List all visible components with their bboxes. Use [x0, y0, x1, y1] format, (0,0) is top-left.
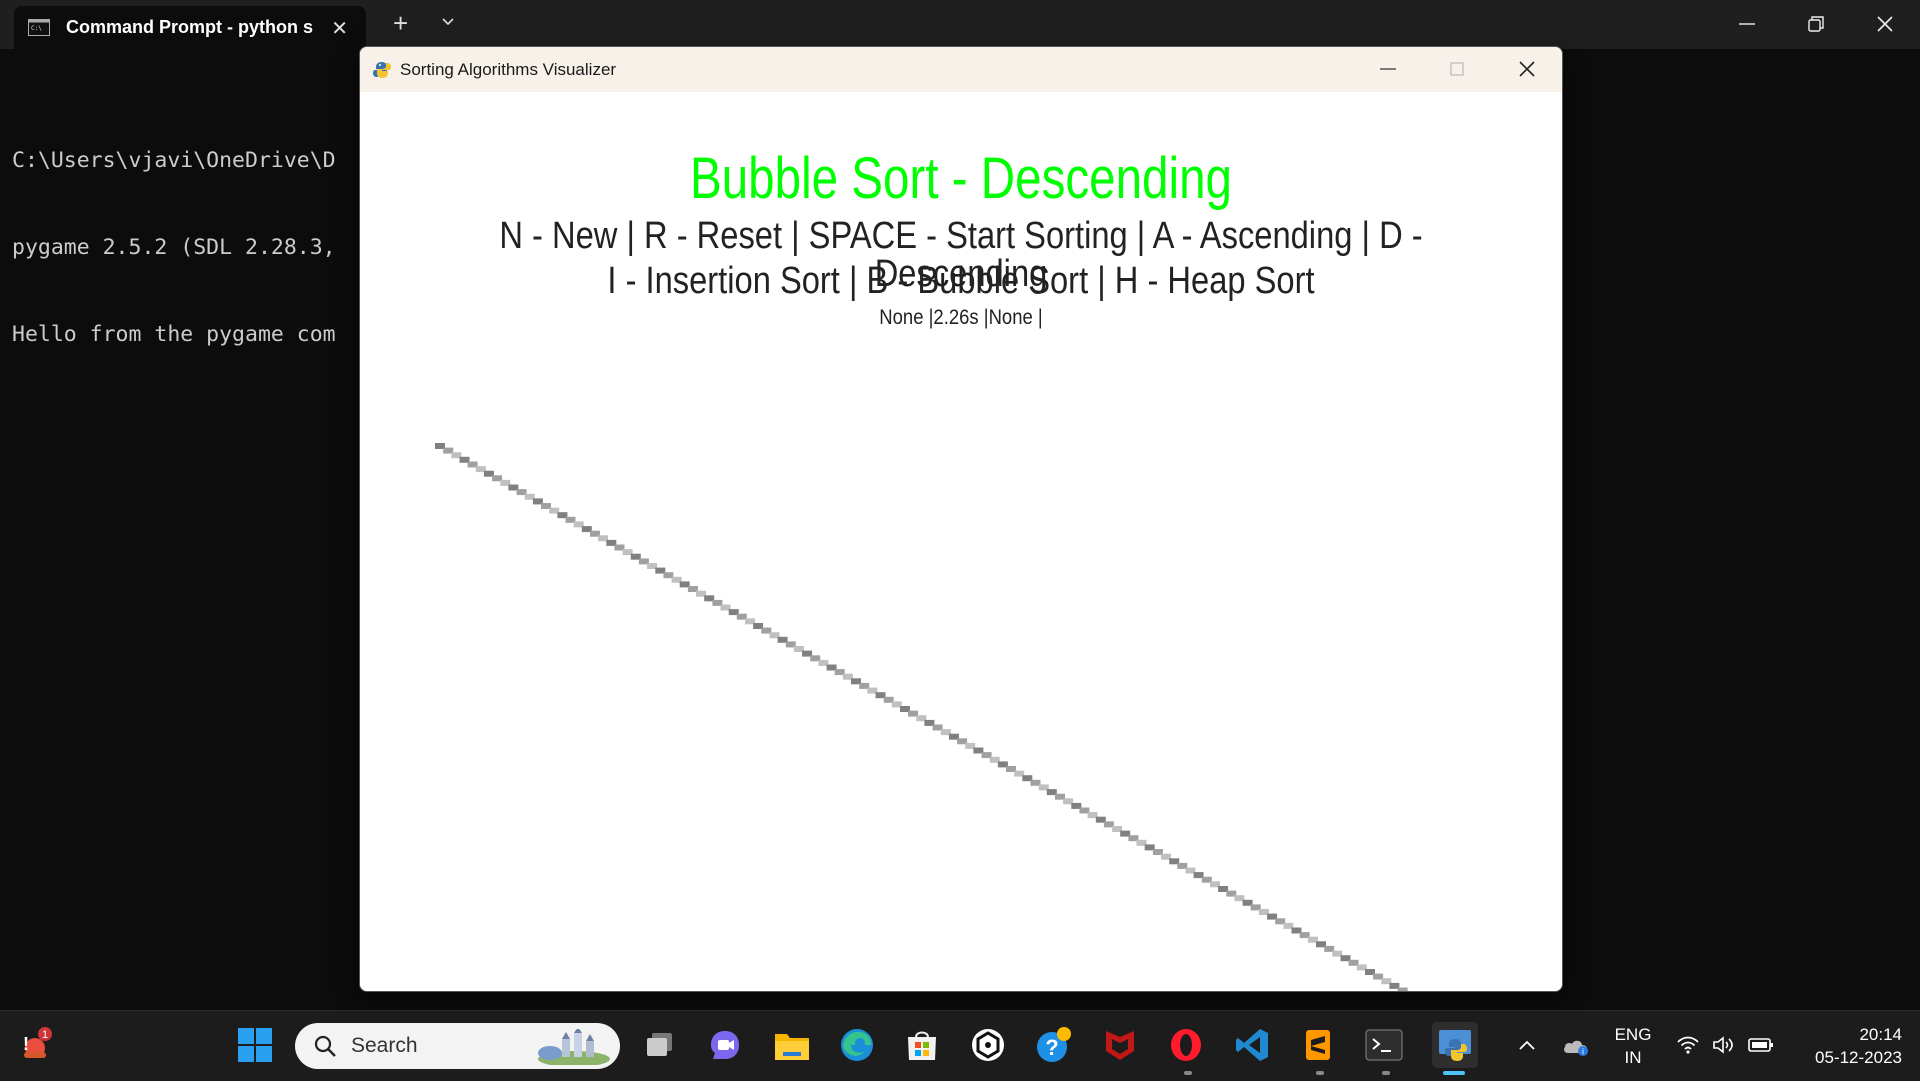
language-code: ENG	[1614, 1025, 1652, 1044]
teams-chat-icon[interactable]	[705, 1025, 745, 1065]
chevron-up-icon[interactable]	[1518, 1037, 1536, 1053]
language-indicator[interactable]: ENG IN	[1612, 1023, 1654, 1069]
microsoft-store-icon[interactable]	[902, 1025, 942, 1065]
minimize-icon[interactable]	[1379, 59, 1397, 79]
status-text: None |2.26s |None |	[879, 306, 1043, 329]
get-help-icon[interactable]: ?	[1034, 1025, 1074, 1065]
minimize-icon[interactable]	[1738, 12, 1756, 36]
sort-bar	[1397, 987, 1408, 991]
task-view-icon[interactable]	[640, 1025, 680, 1065]
clock-time: 20:14	[1859, 1025, 1902, 1044]
edge-browser-icon[interactable]	[837, 1025, 877, 1065]
battery-icon[interactable]	[1748, 1037, 1774, 1053]
mcafee-icon[interactable]	[1100, 1025, 1140, 1065]
search-icon	[314, 1035, 336, 1057]
close-icon[interactable]	[1876, 12, 1894, 36]
close-icon[interactable]	[1518, 59, 1536, 79]
restore-icon[interactable]	[1807, 12, 1825, 36]
svg-text:?: ?	[1045, 1035, 1058, 1060]
terminal-line: Hello from the pygame com	[12, 322, 336, 347]
windows-start-icon[interactable]	[235, 1025, 275, 1065]
pygame-window[interactable]: Sorting Algorithms Visualizer Bubble Sor…	[359, 46, 1563, 992]
pygame-titlebar[interactable]: Sorting Algorithms Visualizer	[360, 47, 1562, 92]
search-placeholder: Search	[351, 1034, 418, 1057]
terminal-tab[interactable]: C:\ Command Prompt - python s ✕	[14, 6, 366, 49]
region-code: IN	[1624, 1048, 1642, 1067]
running-indicator	[1316, 1071, 1324, 1075]
running-indicator	[1382, 1071, 1390, 1075]
python-pygame-app-icon[interactable]	[1432, 1022, 1478, 1068]
opera-browser-icon[interactable]	[1166, 1025, 1206, 1065]
algorithm-heading: Bubble Sort - Descending	[690, 146, 1232, 211]
visualizer-canvas[interactable]: Bubble Sort - Descending N - New | R - R…	[360, 92, 1562, 991]
terminal-icon[interactable]	[1364, 1025, 1404, 1065]
search-highlight-icon	[538, 1029, 610, 1065]
command-prompt-icon: C:\	[28, 19, 50, 36]
taskbar: 1 ! Search ? i ENG IN 20:14 05-12-2023	[0, 1010, 1920, 1081]
running-indicator	[1184, 1071, 1192, 1075]
vscode-icon[interactable]	[1232, 1025, 1272, 1065]
sublime-text-icon[interactable]	[1298, 1025, 1338, 1065]
terminal-output[interactable]: C:\Users\vjavi\OneDrive\D pygame 2.5.2 (…	[12, 88, 336, 378]
onedrive-cloud-icon[interactable]: i	[1562, 1035, 1590, 1057]
tab-close-icon[interactable]: ✕	[331, 16, 348, 41]
volume-icon[interactable]	[1712, 1035, 1736, 1055]
svg-text:C:\: C:\	[31, 25, 42, 32]
terminal-titlebar: C:\ Command Prompt - python s ✕ +	[0, 0, 1920, 49]
notification-badge: 1	[42, 1029, 48, 1041]
svg-text:!: !	[23, 1034, 29, 1054]
active-indicator	[1443, 1071, 1465, 1075]
taskbar-search[interactable]: Search	[295, 1023, 620, 1069]
file-explorer-icon[interactable]	[772, 1025, 812, 1065]
terminal-line: C:\Users\vjavi\OneDrive\D	[12, 148, 336, 173]
openai-chatgpt-icon[interactable]	[968, 1025, 1008, 1065]
wifi-icon[interactable]	[1676, 1035, 1700, 1055]
svg-text:i: i	[1582, 1047, 1584, 1056]
controls-help-line2: I - Insertion Sort | B - Bubble Sort | H…	[607, 260, 1315, 302]
terminal-line: pygame 2.5.2 (SDL 2.28.3,	[12, 235, 336, 260]
clock[interactable]: 20:14 05-12-2023	[1792, 1023, 1902, 1069]
maximize-icon	[1450, 62, 1464, 76]
window-title: Sorting Algorithms Visualizer	[400, 59, 617, 79]
clock-date: 05-12-2023	[1815, 1048, 1902, 1067]
new-tab-icon[interactable]: +	[393, 8, 408, 39]
terminal-tab-title: Command Prompt - python s	[66, 17, 313, 37]
notification-alert-icon[interactable]: 1 !	[14, 1025, 54, 1065]
chevron-down-icon[interactable]	[440, 13, 456, 29]
pygame-snake-icon	[373, 61, 391, 78]
